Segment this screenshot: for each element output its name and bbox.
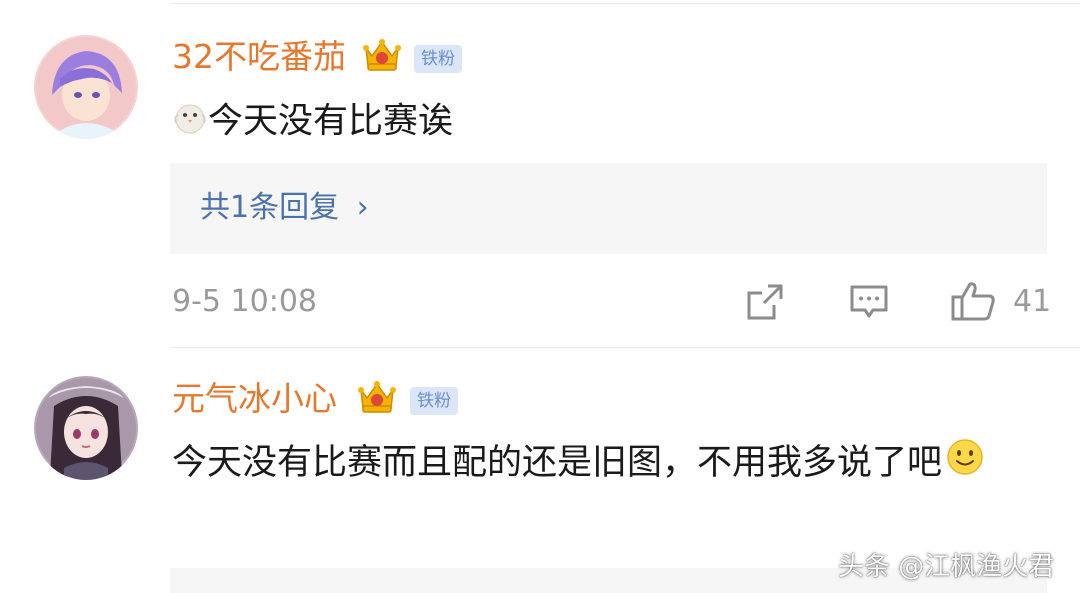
crown-icon — [363, 39, 401, 71]
timestamp: 9-5 10:08 — [172, 284, 317, 319]
reply-box[interactable]: 共1条回复 › — [170, 163, 1047, 254]
reply-summary: 共1条回复 — [200, 190, 340, 225]
smile-emoji-icon — [946, 438, 984, 491]
comment-body: 今天没有比赛诶 — [208, 101, 454, 142]
fan-badge: 铁粉 — [410, 387, 458, 415]
crown-icon — [358, 381, 396, 413]
comment-text: 今天没有比赛而且配的还是旧图，不用我多说了吧 — [172, 437, 1052, 491]
bird-emoji-icon — [172, 95, 208, 150]
view-replies-link[interactable]: 共1条回复 › — [200, 189, 369, 227]
comment-body: 今天没有比赛而且配的还是旧图，不用我多说了吧 — [172, 443, 943, 483]
watermark: 头条 @江枫渔火君 — [838, 552, 1055, 582]
username[interactable]: 元气冰小心 — [172, 382, 337, 415]
comment-icon[interactable] — [849, 283, 889, 321]
divider — [170, 347, 1080, 348]
username[interactable]: 32不吃番茄 — [172, 40, 346, 73]
share-icon[interactable] — [746, 283, 784, 321]
fan-badge: 铁粉 — [414, 45, 462, 73]
avatar[interactable] — [34, 376, 138, 480]
comment-text: 今天没有比赛诶 — [172, 95, 453, 150]
top-divider — [170, 3, 1080, 4]
like-count: 41 — [1013, 284, 1052, 319]
chevron-right-icon: › — [356, 190, 369, 225]
thumbs-up-icon[interactable] — [950, 280, 996, 322]
avatar[interactable] — [34, 35, 138, 139]
